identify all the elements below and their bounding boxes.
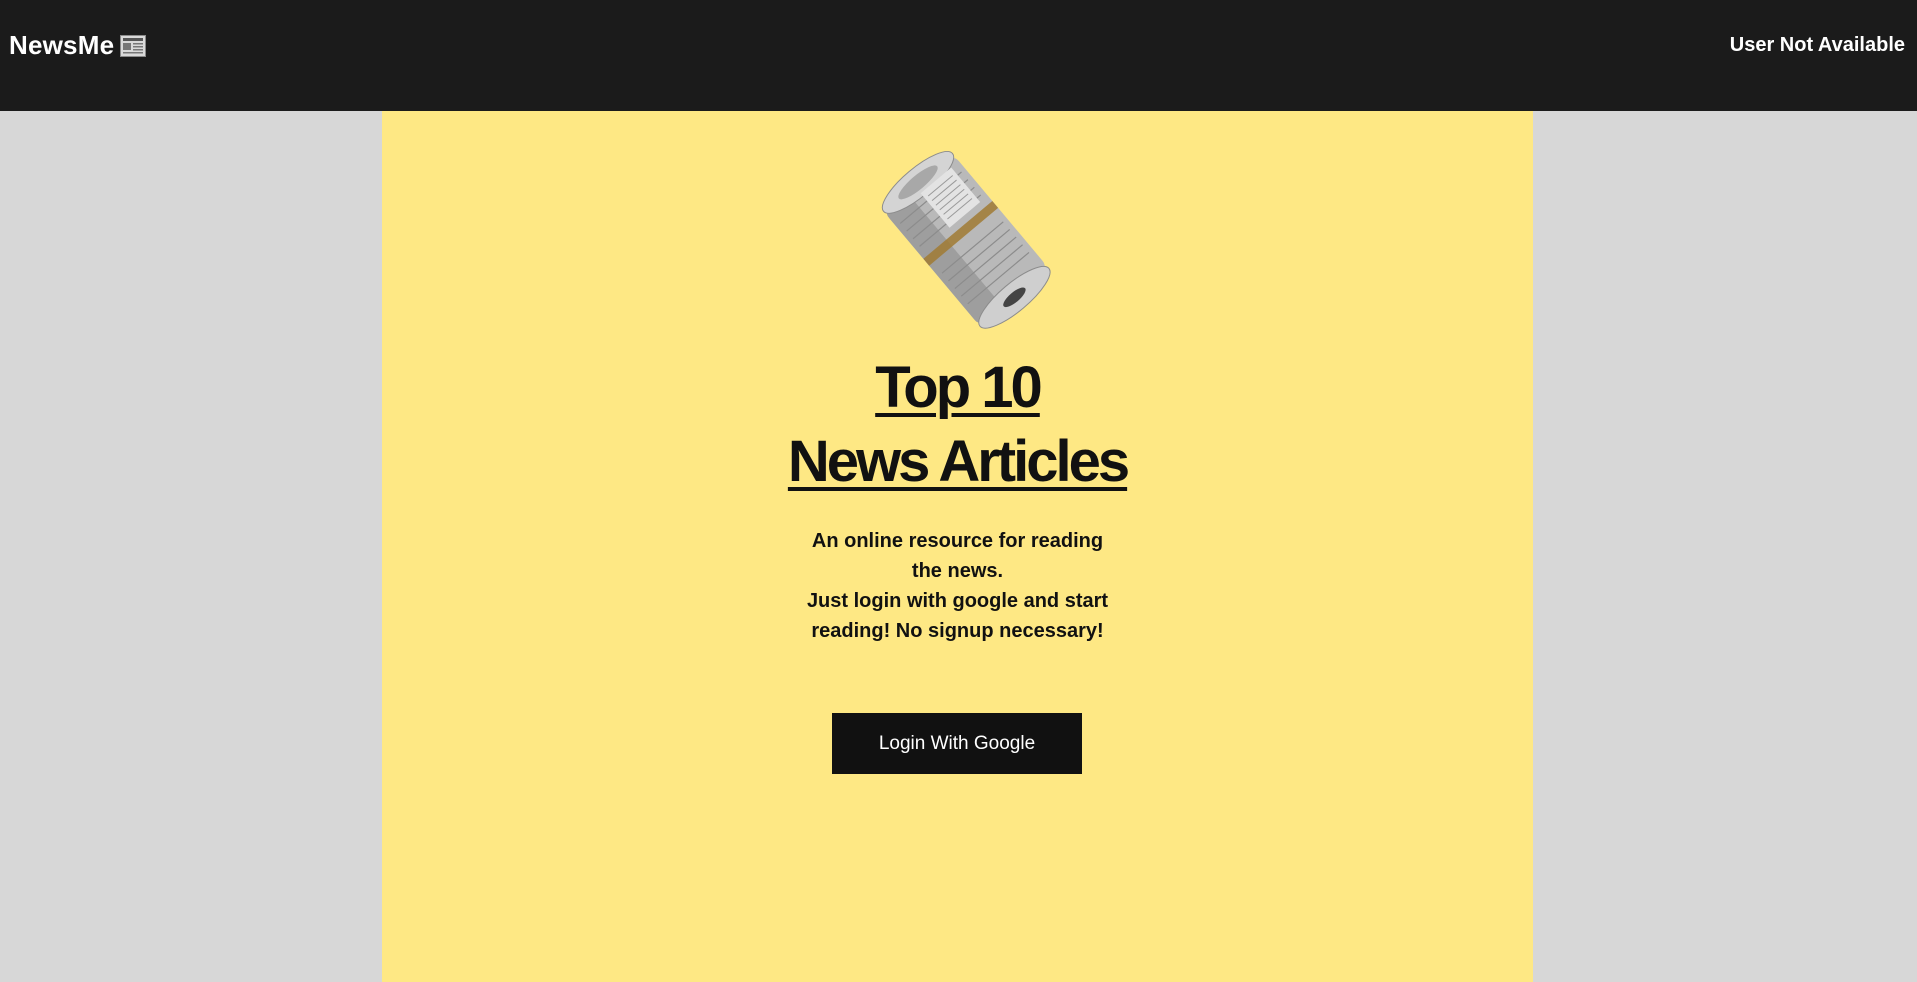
description-text-2: Just login with google and start reading… <box>806 590 1109 642</box>
title-line-2: News Articles <box>787 429 1130 494</box>
description-text-1: An online resource for reading the news. <box>811 530 1104 582</box>
rolled-newspaper-image <box>881 151 1051 329</box>
title-line-1: Top 10 <box>875 355 1043 420</box>
login-with-google-button[interactable]: Login With Google <box>832 713 1082 774</box>
newspaper-icon <box>120 34 147 57</box>
page-title: Top 10 News Articles <box>382 351 1533 499</box>
top-navbar: NewsMe User Not Available <box>0 0 1917 111</box>
user-status: User Not Available <box>1729 34 1905 56</box>
brand[interactable]: NewsMe <box>9 30 147 61</box>
description: An online resource for reading the news.… <box>382 526 1533 646</box>
brand-name[interactable]: NewsMe <box>9 30 114 61</box>
hero-panel: Top 10 News Articles An online resource … <box>382 111 1533 982</box>
